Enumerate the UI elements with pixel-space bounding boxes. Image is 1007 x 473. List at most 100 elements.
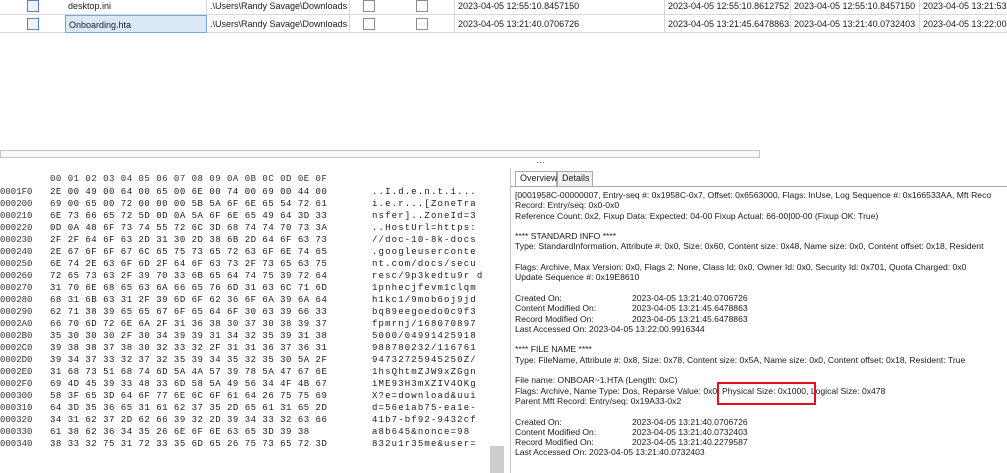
accessed-cell[interactable]: 2023-04-05 13:21:53 (920, 0, 1007, 15)
table-row[interactable]: desktop.ini .\Users\Randy Savage\Downloa… (0, 0, 1007, 15)
hex-bytes: 72 65 73 63 2F 39 70 33 6B 65 64 74 75 3… (50, 271, 328, 281)
detail-line: Type: StandardInformation, Attribute #: … (515, 241, 984, 252)
hex-ascii: X?e=download&uui (372, 391, 477, 401)
tab-details[interactable]: Details (557, 171, 593, 186)
hex-offset: 000210 (0, 211, 33, 221)
file-name-cell[interactable]: desktop.ini (65, 0, 207, 15)
hex-bytes: 6E 73 66 65 72 5D 0D 0A 5A 6F 6E 65 49 6… (50, 211, 328, 221)
vertical-scrollbar-thumb[interactable] (490, 446, 504, 473)
record-modified-cell[interactable]: 2023-04-05 13:21:40.0732403 (791, 15, 920, 33)
hex-bytes: 34 31 62 37 2D 62 66 39 32 2D 39 34 33 3… (50, 415, 328, 425)
hex-bytes: 2F 2F 64 6F 63 2D 31 30 2D 38 6B 2D 64 6… (50, 235, 328, 245)
detail-line: Flags: Archive, Max Version: 0x0, Flags … (515, 262, 967, 273)
hex-offset: 0002E0 (0, 367, 33, 377)
hex-offset: 000280 (0, 295, 33, 305)
splitter-grip-icon[interactable]: ··· (536, 158, 545, 167)
hex-offset: 0002B0 (0, 331, 33, 341)
timestamp-line: Created On: 2023-04-05 13:21:40.0706726 (515, 417, 1007, 427)
hex-offset: 000220 (0, 223, 33, 233)
timestamp-value: 2023-04-05 13:21:45.6478863 (632, 313, 748, 324)
hex-viewer[interactable]: 00 01 02 03 04 05 06 07 08 09 0A 0B 0C 0… (0, 168, 508, 473)
hex-offset: 000240 (0, 247, 33, 257)
row-checkbox[interactable] (27, 0, 39, 12)
timestamp-line: Record Modified On: 2023-04-05 13:21:45.6… (515, 314, 1007, 324)
accessed-cell[interactable]: 2023-04-05 13:22:00 (920, 15, 1007, 33)
detail-line: Last Accessed On: 2023-04-05 13:22:00.99… (515, 323, 705, 334)
modified-cell[interactable]: 2023-04-05 12:55:10.8612752 (665, 0, 791, 15)
hex-offset: 000290 (0, 307, 33, 317)
timestamp-value: 2023-04-05 13:21:40.0706726 (632, 292, 748, 303)
timestamp-value: 2023-04-05 13:21:40.0732403 (632, 426, 748, 437)
detail-line: **** STANDARD INFO **** (515, 231, 617, 242)
hex-offset: 000260 (0, 271, 33, 281)
hex-bytes: 64 3D 35 36 65 31 61 62 37 35 2D 65 61 3… (50, 403, 328, 413)
created-cell[interactable]: 2023-04-05 13:21:40.0706726 (454, 15, 665, 33)
hex-bytes: 38 33 32 75 31 72 33 35 6D 65 26 75 73 6… (50, 439, 328, 449)
hex-ascii: iME93H3mXZIV4OKg (372, 379, 477, 389)
hex-bytes: 35 30 30 30 2F 30 34 39 39 31 34 32 35 3… (50, 331, 328, 341)
detail-line: **** FILE NAME **** (515, 344, 592, 355)
hex-ascii: 832u1r35me&user= (372, 439, 477, 449)
hex-bytes: 39 34 37 33 32 37 32 35 39 34 35 32 35 3… (50, 355, 328, 365)
hex-ascii: a8b645&nonce=98 (372, 427, 471, 437)
hex-ascii: fpmrnj/168070897 (372, 319, 477, 329)
tab-overview[interactable]: Overview (515, 171, 558, 187)
created-cell[interactable]: 2023-04-05 12:55:10.8457150 (454, 0, 665, 15)
hex-ascii: bq89eegoedo0c9f3 (372, 307, 477, 317)
hex-ascii: 94732725945250Z/ (372, 355, 477, 365)
hex-ascii: ..I.d.e.n.t.i... (372, 187, 477, 197)
timestamp-label: Record Modified On: (515, 313, 594, 324)
in-use-checkbox[interactable] (363, 18, 375, 30)
file-name-cell[interactable]: Onboarding.hta (65, 15, 207, 33)
timestamp-label: Created On: (515, 292, 562, 303)
detail-line: Last Accessed On: 2023-04-05 13:21:40.07… (515, 447, 705, 458)
overview-text[interactable]: [0001958C-00000007, Entry-seq #: 0x1958C… (511, 186, 1007, 473)
hex-bytes: 6E 74 2E 63 6F 6D 2F 64 6F 63 73 2F 73 6… (50, 259, 328, 269)
hex-ascii: nsfer]..ZoneId=3 (372, 211, 477, 221)
timestamp-value: 2023-04-05 13:21:40.2279587 (632, 437, 748, 448)
hex-bytes: 62 71 38 39 65 65 67 6F 65 64 6F 30 63 3… (50, 307, 328, 317)
hex-ascii: 41b7-bf92-9432cf (372, 415, 477, 425)
horizontal-scrollbar[interactable] (0, 150, 760, 158)
hex-offset: 000200 (0, 199, 33, 209)
row-checkbox[interactable] (27, 18, 39, 30)
timestamp-line: Content Modified On: 2023-04-05 13:21:40.… (515, 427, 1007, 437)
hex-bytes: 31 70 6E 68 65 63 6A 66 65 76 6D 31 63 6… (50, 283, 328, 293)
hex-bytes: 61 38 62 36 34 35 26 6E 6F 6E 63 65 3D 3… (50, 427, 310, 437)
detail-line: Update Sequence #: 0x19E8610 (515, 272, 640, 283)
hex-ascii: ..HostUrl=https: (372, 223, 477, 233)
hex-ascii: //doc-10-8k-docs (372, 235, 477, 245)
timestamp-label: Content Modified On: (515, 303, 597, 314)
directory-checkbox[interactable] (416, 18, 428, 30)
hex-offset: 000250 (0, 259, 33, 269)
detail-line: Reference Count: 0x2, Fixup Data: Expect… (515, 210, 879, 221)
hex-ascii: 5000/04991425918 (372, 331, 477, 341)
physical-size-highlight-box (717, 382, 816, 405)
timestamp-label: Record Modified On: (515, 437, 594, 448)
hex-bytes: 2E 00 49 00 64 00 65 00 6E 00 74 00 69 0… (50, 187, 328, 197)
parent-path-cell[interactable]: .\Users\Randy Savage\Downloads (207, 0, 350, 15)
timestamp-line: Content Modified On: 2023-04-05 13:21:45.… (515, 303, 1007, 313)
hex-ascii: nt.com/docs/secu (372, 259, 477, 269)
hex-offset: 000340 (0, 439, 33, 449)
hex-offset: 0002A0 (0, 319, 33, 329)
in-use-checkbox[interactable] (363, 0, 375, 12)
hex-bytes: 31 68 73 51 68 74 6D 5A 4A 57 39 78 5A 4… (50, 367, 328, 377)
hex-ascii: h1kc1/9mob6oj9jd (372, 295, 477, 305)
hex-ascii: i.e.r...[ZoneTra (372, 199, 477, 209)
hex-bytes: 69 4D 45 39 33 48 33 6D 58 5A 49 56 34 4… (50, 379, 328, 389)
hex-bytes: 0D 0A 48 6F 73 74 55 72 6C 3D 68 74 74 7… (50, 223, 328, 233)
timestamp-label: Created On: (515, 416, 562, 427)
hex-bytes: 66 70 6D 72 6E 6A 2F 31 36 38 30 37 30 3… (50, 319, 328, 329)
details-panel: Overview Details [0001958C-00000007, Ent… (510, 168, 1007, 473)
hex-ascii: 1hsQhtmZJW9xZGgn (372, 367, 477, 377)
modified-cell[interactable]: 2023-04-05 13:21:45.6478863 (665, 15, 791, 33)
directory-checkbox[interactable] (416, 0, 428, 12)
hex-ascii: 988780232/116761 (372, 343, 477, 353)
record-modified-cell[interactable]: 2023-04-05 12:55:10.8457150 (791, 0, 920, 15)
table-row[interactable]: Onboarding.hta .\Users\Randy Savage\Down… (0, 15, 1007, 33)
parent-path-cell[interactable]: .\Users\Randy Savage\Downloads (207, 15, 350, 33)
